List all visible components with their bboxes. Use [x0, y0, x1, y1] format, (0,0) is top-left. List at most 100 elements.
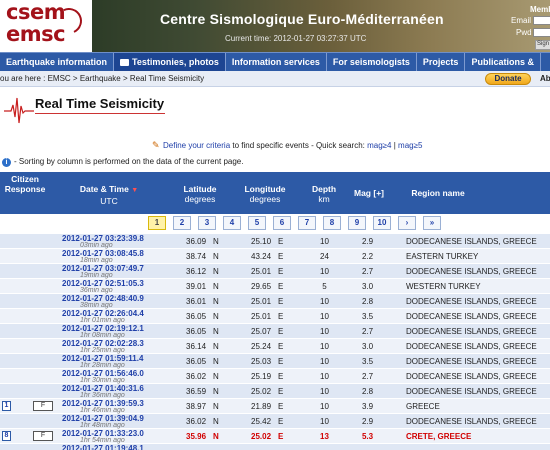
page-9[interactable]: 9 — [348, 216, 366, 230]
page-4[interactable]: 4 — [223, 216, 241, 230]
event-region: CRETE, GREECE — [406, 432, 472, 441]
table-row[interactable]: 2012-01-27 01:39:04.9 1hr 48min ago 36.02 N… — [0, 414, 550, 429]
password-field[interactable] — [533, 28, 550, 37]
testimony-count-badge[interactable]: 8 — [2, 431, 11, 441]
col-magnitude[interactable]: Mag [+] — [348, 188, 390, 198]
table-row[interactable]: 2012-01-27 02:51:05.3 36min ago 39.01 N 29.6… — [0, 279, 550, 294]
quick-search-mag5[interactable]: mag≥5 — [398, 141, 422, 150]
event-longitude: 43.24 — [251, 252, 272, 261]
table-row[interactable]: 2012-01-27 01:19:48.1 — [0, 444, 550, 450]
page-6[interactable]: 6 — [273, 216, 291, 230]
pagination: 1 2 3 4 5 6 7 8 9 10 › » — [148, 216, 448, 234]
col-longitude[interactable]: Longitude degrees — [240, 184, 290, 204]
event-magnitude: 2.9 — [361, 237, 374, 246]
event-latitude: 36.02 — [186, 372, 207, 381]
breadcrumb-text[interactable]: ou are here : EMSC > Earthquake > Real T… — [0, 74, 204, 83]
site-header: csem emsc Centre Sismologique Euro-Médit… — [0, 0, 550, 52]
event-latitude: 35.96 — [186, 432, 207, 441]
event-longitude: 25.01 — [251, 312, 272, 321]
event-longitude-dir: E — [278, 342, 284, 351]
event-region: DODECANESE ISLANDS, GREECE — [406, 312, 537, 321]
event-magnitude: 3.9 — [361, 402, 374, 411]
event-region: DODECANESE ISLANDS, GREECE — [406, 327, 537, 336]
col-region-name[interactable]: Region name — [398, 188, 478, 198]
col-latitude-label: Latitude — [183, 184, 217, 194]
email-field[interactable] — [533, 16, 550, 25]
page-10[interactable]: 10 — [373, 216, 391, 230]
event-longitude-dir: E — [278, 357, 284, 366]
donate-button[interactable]: Donate — [485, 73, 531, 85]
nav-earthquake-information[interactable]: Earthquake information — [0, 53, 115, 72]
event-region: EASTERN TURKEY — [406, 252, 479, 261]
next-page-button[interactable]: › — [398, 216, 416, 230]
event-longitude-dir: E — [278, 432, 284, 441]
event-age: 03min ago — [80, 242, 113, 249]
event-region: DODECANESE ISLANDS, GREECE — [406, 372, 537, 381]
event-longitude-dir: E — [278, 252, 284, 261]
event-longitude: 25.03 — [251, 357, 272, 366]
event-age: 1hr 46min ago — [80, 407, 125, 414]
member-label: Member — [530, 5, 550, 14]
event-magnitude: 2.8 — [361, 387, 374, 396]
nav-projects[interactable]: Projects — [417, 53, 466, 72]
sorting-info-text: - Sorting by column is performed on the … — [14, 157, 244, 166]
table-row[interactable]: 2012-01-27 02:48:40.9 38min ago 36.01 N 25.0… — [0, 294, 550, 309]
event-latitude-dir: N — [213, 237, 219, 246]
event-depth: 24 — [320, 252, 329, 261]
felt-report-button[interactable]: F — [33, 431, 53, 441]
define-criteria-link[interactable]: Define your criteria — [163, 141, 230, 150]
events-table-body: 2012-01-27 03:23:39.8 03min ago 36.09 N 25.1… — [0, 234, 550, 450]
about-link[interactable]: Ab — [540, 74, 550, 83]
quick-search-mag4[interactable]: mag≥4 — [367, 141, 391, 150]
sorting-info: i- Sorting by column is performed on the… — [2, 157, 243, 167]
table-row[interactable]: 2012-01-27 02:02:28.3 1hr 25min ago 36.14 N… — [0, 339, 550, 354]
event-datetime[interactable]: 2012-01-27 01:19:48.1 — [62, 444, 144, 450]
table-row[interactable]: 2012-01-27 03:23:39.8 03min ago 36.09 N 25.1… — [0, 234, 550, 249]
event-latitude-dir: N — [213, 402, 219, 411]
page-8[interactable]: 8 — [323, 216, 341, 230]
page-1[interactable]: 1 — [148, 216, 166, 230]
testimony-count-badge[interactable]: 1 — [2, 401, 11, 411]
event-latitude: 36.01 — [186, 297, 207, 306]
event-longitude: 29.65 — [251, 282, 272, 291]
table-row[interactable]: 2012-01-27 02:26:04.4 1hr 01min ago 36.05 N… — [0, 309, 550, 324]
table-row[interactable]: 2012-01-27 01:40:31.6 1hr 36min ago 36.59 N… — [0, 384, 550, 399]
nav-testimonies-photos[interactable]: Testimonies, photos — [114, 53, 226, 72]
event-age: 1hr 48min ago — [80, 422, 125, 429]
event-depth: 10 — [320, 267, 329, 276]
col-date-time[interactable]: Date & Time ▼ UTC — [74, 184, 144, 206]
col-depth[interactable]: Depth km — [305, 184, 343, 204]
event-longitude: 25.01 — [251, 267, 272, 276]
page-2[interactable]: 2 — [173, 216, 191, 230]
event-longitude: 25.19 — [251, 372, 272, 381]
page-7[interactable]: 7 — [298, 216, 316, 230]
nav-publications[interactable]: Publications & — [465, 53, 541, 72]
col-latitude[interactable]: Latitude degrees — [178, 184, 222, 204]
event-latitude-dir: N — [213, 357, 219, 366]
event-region: DODECANESE ISLANDS, GREECE — [406, 267, 537, 276]
pencil-icon: ✎ — [152, 140, 160, 150]
table-row[interactable]: 8 F 2012-01-27 01:33:23.0 1hr 54min ago 35.9… — [0, 429, 550, 444]
table-row[interactable]: 2012-01-27 02:19:12.1 1hr 08min ago 36.05 N… — [0, 324, 550, 339]
table-row[interactable]: 2012-01-27 01:56:46.0 1hr 30min ago 36.02 N… — [0, 369, 550, 384]
nav-for-seismologists[interactable]: For seismologists — [327, 53, 417, 72]
event-age: 1hr 01min ago — [80, 317, 125, 324]
event-depth: 10 — [320, 387, 329, 396]
felt-report-button[interactable]: F — [33, 401, 53, 411]
table-row[interactable]: 2012-01-27 03:08:45.8 18min ago 38.74 N 43.2… — [0, 249, 550, 264]
last-page-button[interactable]: » — [423, 216, 441, 230]
event-latitude-dir: N — [213, 387, 219, 396]
emsc-logo[interactable]: csem emsc — [0, 0, 92, 52]
page-3[interactable]: 3 — [198, 216, 216, 230]
table-row[interactable]: 1 F 2012-01-27 01:39:59.3 1hr 46min ago 38.9… — [0, 399, 550, 414]
page-5[interactable]: 5 — [248, 216, 266, 230]
event-latitude: 36.05 — [186, 312, 207, 321]
event-depth: 10 — [320, 342, 329, 351]
nav-information-services[interactable]: Information services — [226, 53, 327, 72]
event-magnitude: 2.9 — [361, 417, 374, 426]
event-depth: 10 — [320, 327, 329, 336]
event-region: DODECANESE ISLANDS, GREECE — [406, 297, 537, 306]
table-row[interactable]: 2012-01-27 03:07:49.7 19min ago 36.12 N 25.0… — [0, 264, 550, 279]
table-row[interactable]: 2012-01-27 01:59:11.4 1hr 28min ago 36.05 N… — [0, 354, 550, 369]
sign-in-button[interactable]: Sign — [535, 40, 550, 50]
